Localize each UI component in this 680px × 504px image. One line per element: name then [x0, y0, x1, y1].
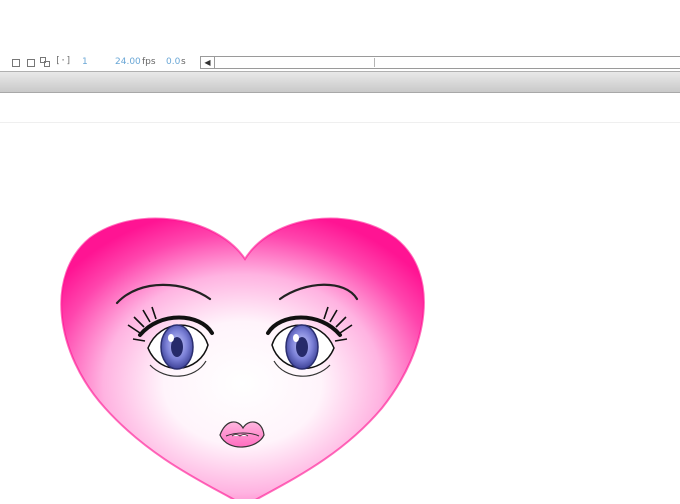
heart-shape — [61, 218, 424, 503]
onion-skin-outlines-icon[interactable] — [27, 59, 35, 67]
frame-rate-value[interactable]: 24.00 — [115, 55, 141, 69]
timeline-toolbar: [·] 1 24.00 fps 0.0 s ◀ — [0, 52, 680, 72]
onion-skin-icon[interactable] — [12, 59, 20, 67]
elapsed-time-unit: s — [181, 57, 186, 67]
timeline-horizontal-scrollbar[interactable]: ◀ — [200, 56, 680, 69]
panel-divider[interactable] — [0, 71, 680, 93]
current-frame-value[interactable]: 1 — [82, 55, 88, 69]
elapsed-time-value[interactable]: 0.0 — [166, 55, 180, 69]
heart-face-artwork[interactable] — [0, 123, 680, 504]
edit-multiple-frames-icon[interactable] — [40, 57, 50, 67]
stage-canvas[interactable] — [0, 123, 680, 504]
scrollbar-thumb[interactable] — [217, 58, 375, 67]
scroll-left-arrow-icon[interactable]: ◀ — [201, 57, 215, 68]
modify-onion-markers-icon[interactable]: [·] — [55, 57, 71, 66]
frame-rate-unit: fps — [142, 57, 156, 67]
